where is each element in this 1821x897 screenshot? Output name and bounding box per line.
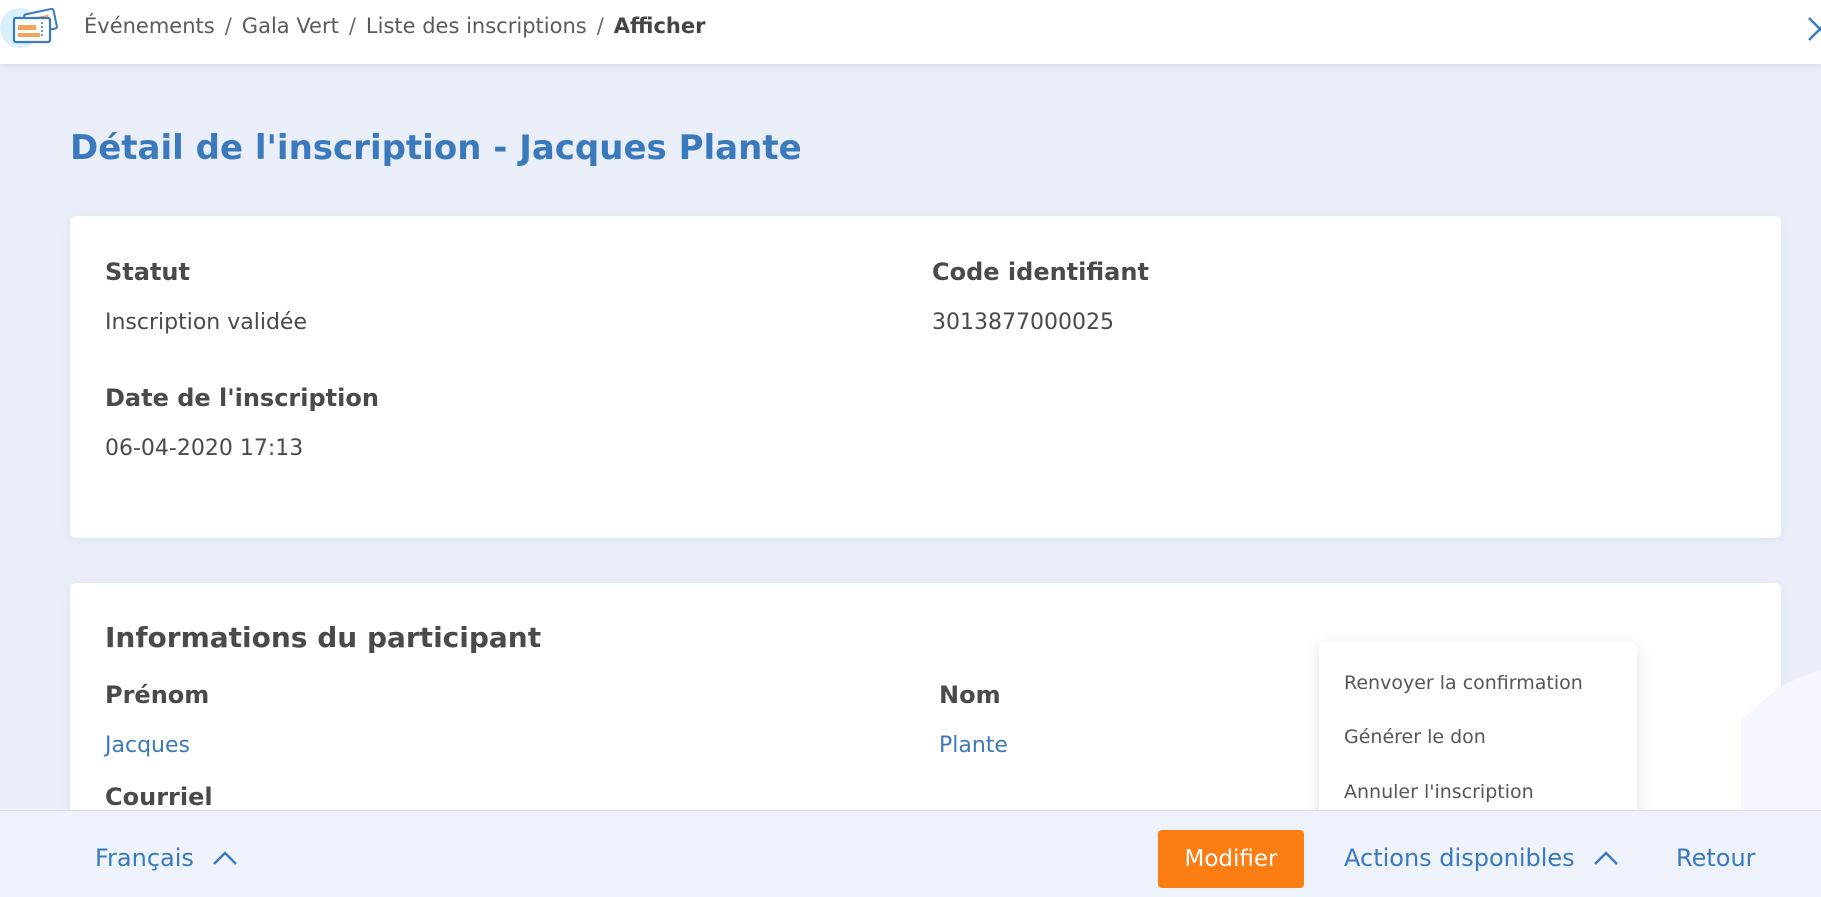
- breadcrumb-gala-vert[interactable]: Gala Vert: [242, 14, 339, 38]
- menu-item-cancel-registration[interactable]: Annuler l'inscription: [1344, 781, 1534, 803]
- close-icon[interactable]: [1807, 14, 1821, 44]
- menu-item-resend-confirmation[interactable]: Renvoyer la confirmation: [1344, 672, 1583, 694]
- breadcrumb-current: Afficher: [613, 14, 706, 38]
- chevron-up-icon: [212, 844, 238, 872]
- email-label: Courriel: [105, 783, 213, 811]
- breadcrumb-liste-inscriptions[interactable]: Liste des inscriptions: [366, 14, 587, 38]
- language-label: Français: [95, 844, 194, 872]
- firstname-value[interactable]: Jacques: [105, 733, 190, 758]
- code-value: 3013877000025: [932, 310, 1114, 335]
- lastname-value[interactable]: Plante: [939, 733, 1008, 758]
- status-label: Statut: [105, 258, 190, 286]
- firstname-label: Prénom: [105, 681, 210, 709]
- bottom-bar: Français Modifier Actions disponibles Re…: [0, 810, 1821, 897]
- breadcrumb: Événements / Gala Vert / Liste des inscripti…: [84, 14, 705, 38]
- lastname-label: Nom: [939, 681, 1001, 709]
- back-link[interactable]: Retour: [1676, 844, 1756, 872]
- breadcrumb-evenements[interactable]: Événements: [84, 14, 215, 38]
- modify-button[interactable]: Modifier: [1158, 830, 1304, 888]
- breadcrumb-separator: /: [596, 14, 604, 38]
- code-label: Code identifiant: [932, 258, 1149, 286]
- decorative-wave: [1701, 650, 1821, 810]
- date-label: Date de l'inscription: [105, 384, 379, 412]
- status-value: Inscription validée: [105, 310, 308, 335]
- actions-label: Actions disponibles: [1344, 844, 1575, 872]
- ticket-icon[interactable]: [0, 4, 62, 50]
- breadcrumb-separator: /: [224, 14, 232, 38]
- participant-section-title: Informations du participant: [105, 621, 542, 654]
- actions-toggle[interactable]: Actions disponibles: [1344, 844, 1619, 872]
- language-selector[interactable]: Français: [95, 844, 238, 872]
- date-value: 06-04-2020 17:13: [105, 436, 304, 461]
- chevron-up-icon: [1593, 844, 1619, 872]
- page-title: Détail de l'inscription - Jacques Plante: [70, 128, 802, 168]
- top-bar: Événements / Gala Vert / Liste des inscripti…: [0, 0, 1821, 64]
- registration-card: Statut Inscription validée Code identifi…: [70, 216, 1781, 538]
- breadcrumb-separator: /: [348, 14, 356, 38]
- menu-item-generate-donation[interactable]: Générer le don: [1344, 726, 1486, 748]
